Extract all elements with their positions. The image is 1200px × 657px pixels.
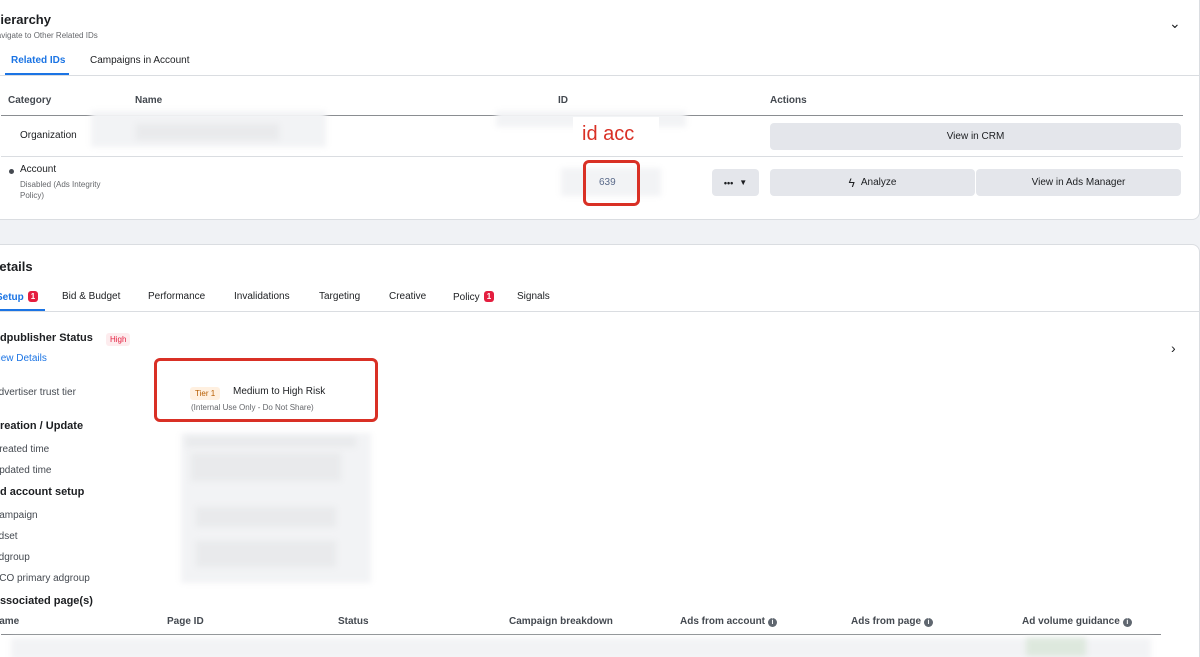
created-time-label: Created time <box>0 444 50 455</box>
header-divider <box>1 634 1161 635</box>
view-in-ads-manager-label: View in Ads Manager <box>1031 177 1126 188</box>
updated-time-label: Updated time <box>0 465 52 476</box>
creation-section-title: Creation / Update <box>0 420 84 432</box>
tab-performance[interactable]: Performance <box>148 291 205 302</box>
divider <box>0 311 1200 312</box>
tab-targeting[interactable]: Targeting <box>319 291 360 302</box>
primary-adgroup-label: DCO primary adgroup <box>0 573 90 584</box>
col-ad-volume-guidance: Ad volume guidance i <box>1022 616 1132 627</box>
redacted-block <box>191 453 341 481</box>
tab-policy-label: Policy <box>453 292 480 303</box>
col-campaign-breakdown: Campaign breakdown <box>509 616 613 627</box>
campaign-label: Campaign <box>0 510 38 521</box>
col-name: Name <box>135 95 163 106</box>
info-icon[interactable]: i <box>924 618 934 627</box>
tab-campaigns-in-account[interactable]: Campaigns in Account <box>90 55 190 66</box>
tab-creative[interactable]: Creative <box>389 291 426 302</box>
col-ads-from-account: Ads from account i <box>680 616 778 627</box>
hierarchy-card: Hierarchy Navigate to Other Related IDs … <box>0 0 1200 220</box>
redacted-page-row <box>11 638 1151 657</box>
annotation-id-acc: id acc <box>582 123 635 145</box>
more-actions-button[interactable]: ••• ▼ <box>712 169 759 196</box>
hierarchy-subtitle: Navigate to Other Related IDs <box>0 31 98 40</box>
setup-section-title: Ad account setup <box>0 486 85 498</box>
col-ads-from-page: Ads from page i <box>851 616 934 627</box>
bolt-icon: ϟ <box>848 175 855 190</box>
redacted-guidance <box>1026 638 1086 656</box>
col-page-id: Page ID <box>167 616 204 627</box>
associated-pages-title: Associated page(s) <box>0 595 93 607</box>
view-in-crm-label: View in CRM <box>946 131 1005 142</box>
hierarchy-title: Hierarchy <box>0 12 51 27</box>
analyze-label: Analyze <box>860 177 897 188</box>
redacted-name-inner <box>136 124 279 140</box>
status-dot-icon <box>9 169 14 174</box>
tab-signals[interactable]: Signals <box>517 291 550 302</box>
publisher-status-badge: High <box>106 333 131 346</box>
view-details-link[interactable]: View Details <box>0 353 47 364</box>
col-ads-from-account-label: Ads from account <box>680 616 766 627</box>
col-ads-from-page-label: Ads from page <box>851 616 922 627</box>
tab-setup-badge: 1 <box>27 291 39 302</box>
view-in-ads-manager-button[interactable]: View in Ads Manager <box>976 169 1181 196</box>
caret-down-icon: ▼ <box>739 178 748 187</box>
tab-policy[interactable]: Policy 1 <box>453 291 495 303</box>
collapse-chevron-icon[interactable]: ⌄ <box>1169 15 1181 32</box>
adset-label: Adset <box>0 531 18 542</box>
tab-setup[interactable]: Setup1 <box>0 291 39 303</box>
chevron-right-icon[interactable]: › <box>1171 340 1176 356</box>
col-category: Category <box>8 95 52 106</box>
analyze-button[interactable]: ϟ Analyze <box>770 169 975 196</box>
redacted-block <box>196 507 336 527</box>
col-ad-volume-guidance-label: Ad volume guidance <box>1022 616 1120 627</box>
tab-setup-label: Setup <box>0 292 24 303</box>
col-id: ID <box>558 95 568 106</box>
divider <box>0 75 1200 76</box>
more-dots-icon: ••• <box>723 177 734 188</box>
info-icon[interactable]: i <box>768 618 778 627</box>
redacted-line <box>186 437 356 447</box>
annotation-highlight-id <box>583 160 640 206</box>
row-category-organization: Organization <box>20 130 77 141</box>
adgroup-label: Adgroup <box>0 552 30 563</box>
tab-bid-budget[interactable]: Bid & Budget <box>62 291 120 302</box>
col-actions: Actions <box>770 95 807 106</box>
publisher-status-label: Adpublisher Status <box>0 332 93 344</box>
trust-tier-label: Advertiser trust tier <box>0 387 76 398</box>
row-divider <box>1 156 1183 157</box>
account-status-sub: Disabled (Ads Integrity Policy) <box>20 180 101 200</box>
tab-related-ids[interactable]: Related IDs <box>11 55 65 66</box>
tab-invalidations[interactable]: Invalidations <box>234 291 290 302</box>
details-card: Details Setup1 Bid & Budget Performance … <box>0 244 1200 657</box>
tab-policy-badge: 1 <box>483 291 495 302</box>
details-title: Details <box>0 259 33 274</box>
view-in-crm-button[interactable]: View in CRM <box>770 123 1181 150</box>
annotation-highlight-tier <box>154 358 378 422</box>
redacted-block <box>196 541 336 567</box>
row-category-account: Account <box>20 164 57 175</box>
col-page-name: Name <box>0 616 20 627</box>
col-status: Status <box>338 616 369 627</box>
info-icon[interactable]: i <box>1122 618 1132 627</box>
